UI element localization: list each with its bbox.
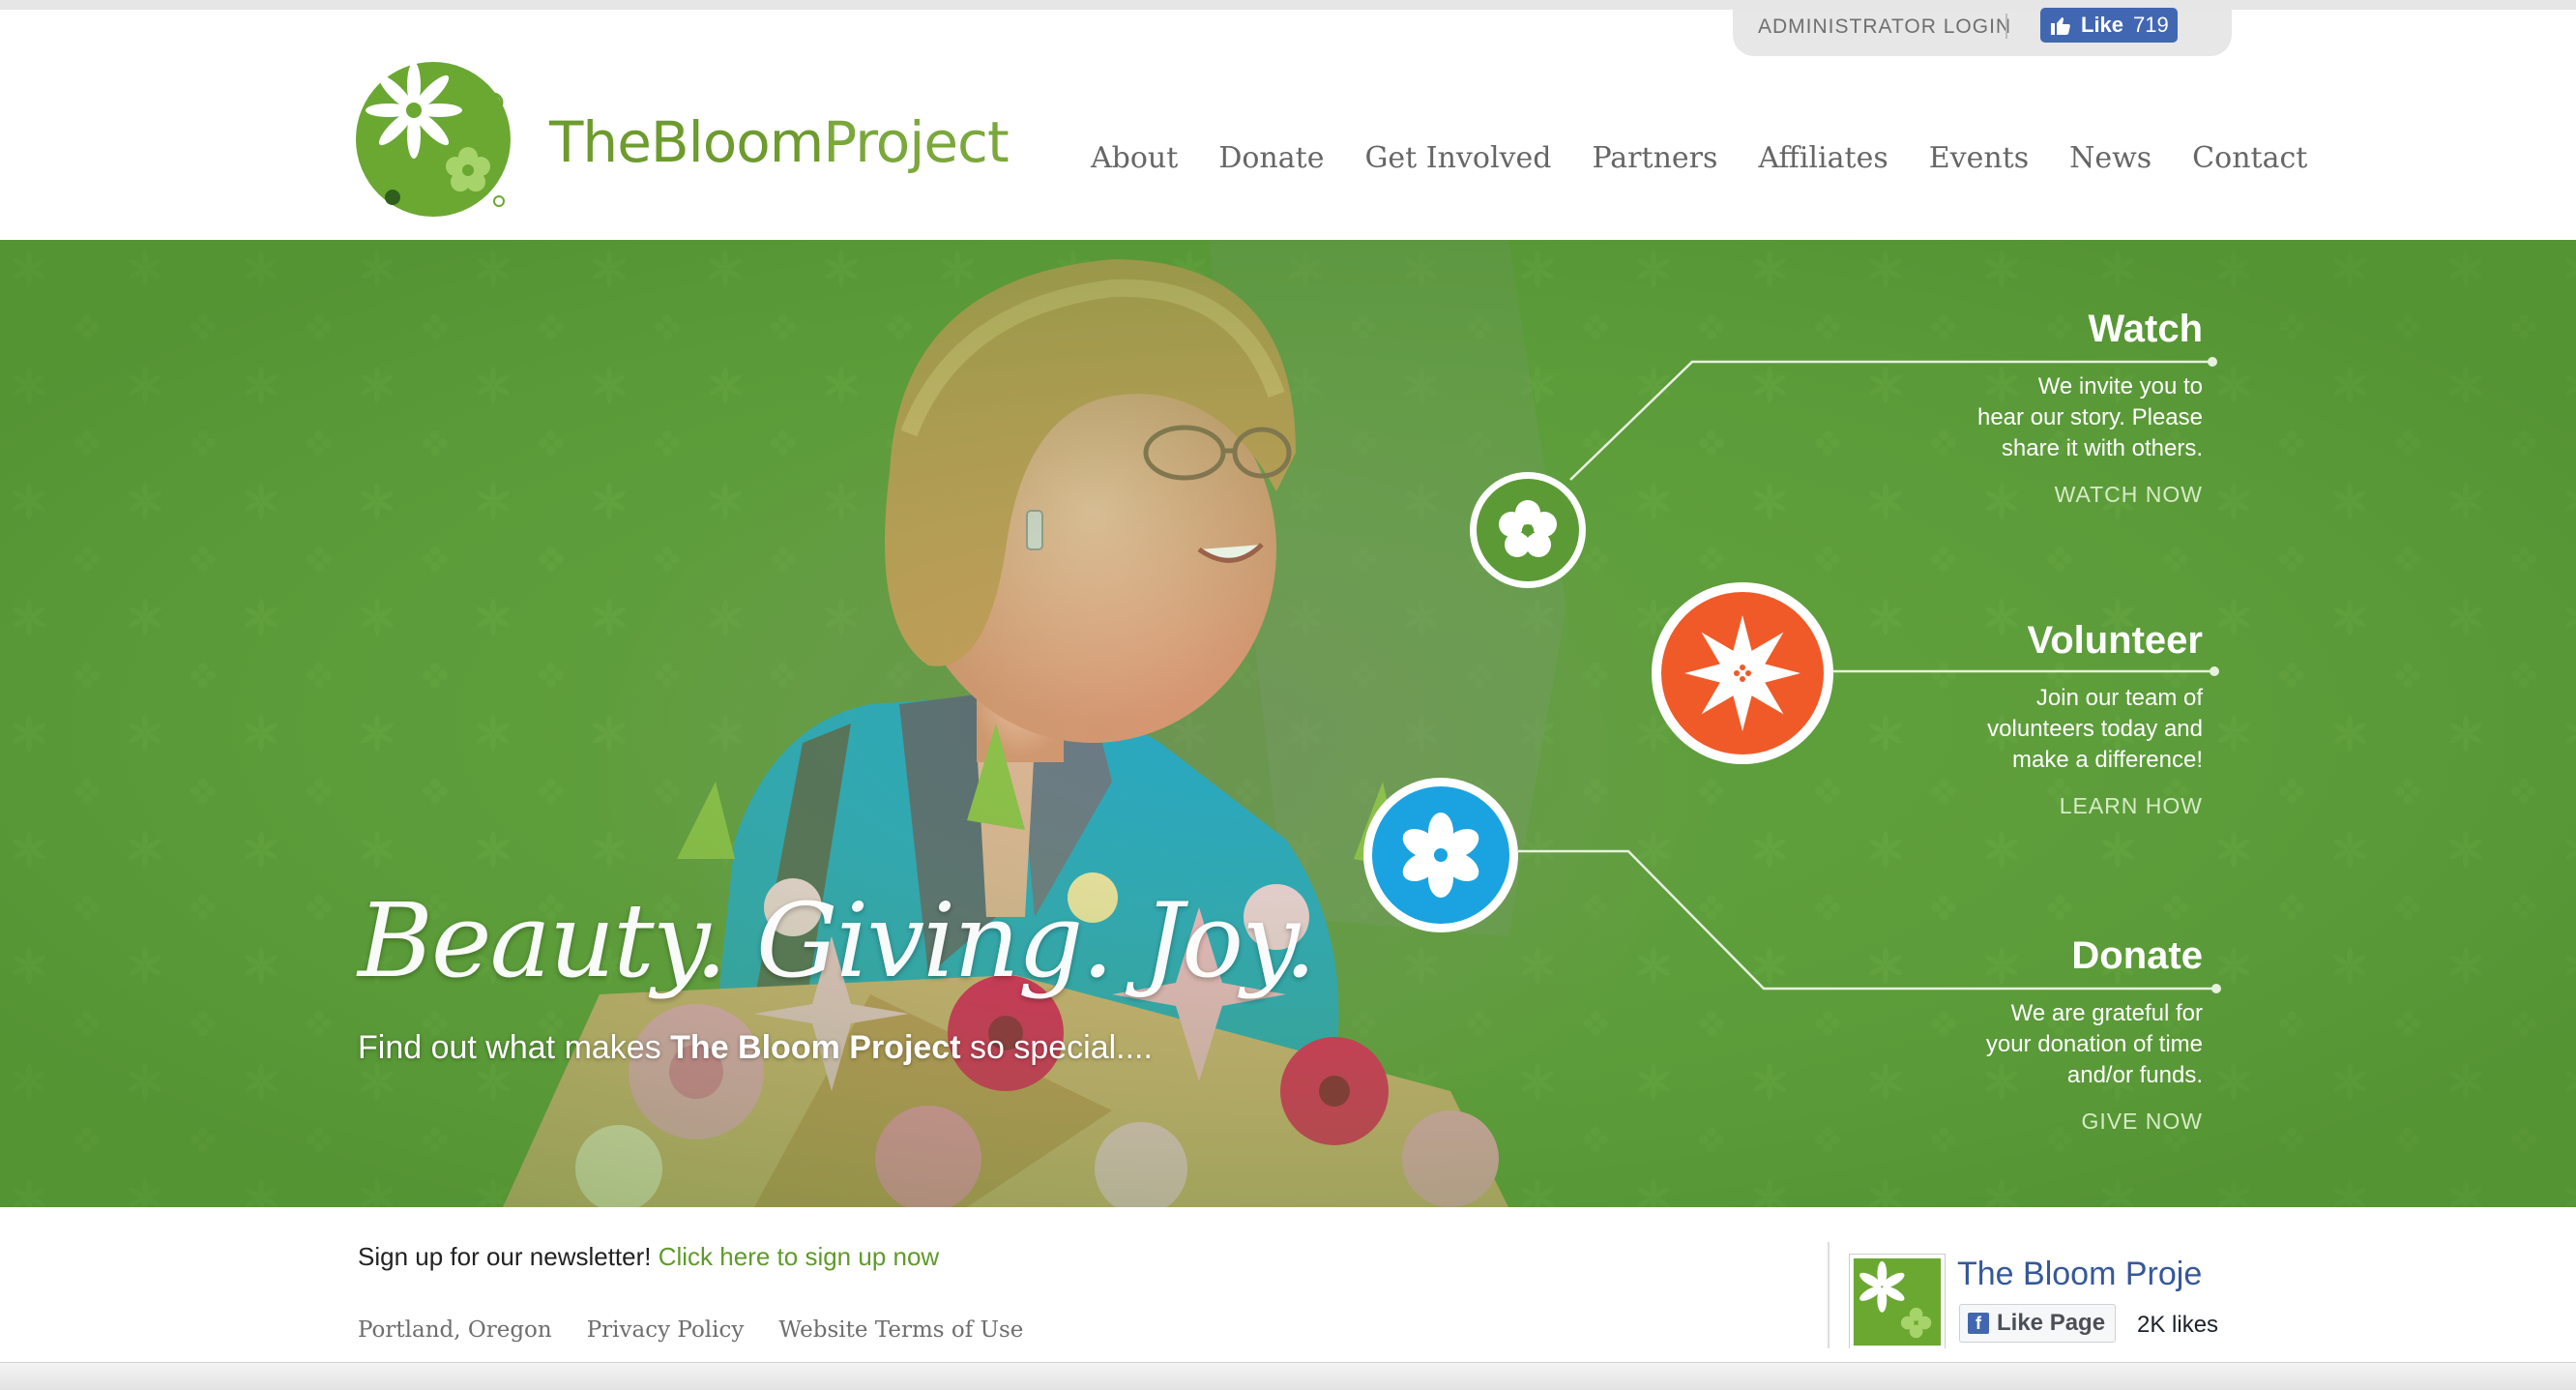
- nav-get-involved[interactable]: Get Involved: [1364, 141, 1551, 175]
- hero-subtagline: Find out what makes The Bloom Project so…: [358, 1029, 1153, 1067]
- donate-line: and/or funds.: [2066, 1062, 2203, 1088]
- thumbs-up-icon: [2051, 17, 2070, 35]
- facebook-icon: f: [1968, 1313, 1989, 1334]
- watch-line: hear our story. Please: [1976, 404, 2203, 430]
- facebook-likes-count: 2K likes: [2137, 1312, 2219, 1338]
- divider: [2005, 14, 2007, 39]
- like-page-label: Like Page: [1997, 1310, 2106, 1336]
- newsletter-signup-link[interactable]: Click here to sign up now: [659, 1242, 939, 1271]
- newsletter-text: Sign up for our newsletter!: [358, 1242, 659, 1271]
- watch-now-link[interactable]: WATCH NOW: [2055, 482, 2203, 508]
- flower-logo-icon: [356, 62, 511, 217]
- main-nav: About Donate Get Involved Partners Affil…: [1091, 141, 2307, 175]
- volunteer-line: make a difference!: [2011, 747, 2203, 773]
- page-thumbnail[interactable]: [1849, 1254, 1946, 1348]
- flower-orange-icon[interactable]: [1650, 580, 1835, 766]
- subtag-suffix: so special....: [960, 1029, 1153, 1066]
- nav-donate[interactable]: Donate: [1218, 141, 1324, 175]
- subtag-bold: The Bloom Project: [670, 1029, 961, 1066]
- footer-privacy-policy[interactable]: Privacy Policy: [587, 1317, 745, 1343]
- brand-wordmark[interactable]: TheBloomProject: [549, 114, 1010, 170]
- give-now-link[interactable]: GIVE NOW: [2081, 1109, 2203, 1135]
- nav-events[interactable]: Events: [1929, 141, 2029, 175]
- watch-text: We invite you to hear our story. Please …: [1913, 371, 2203, 464]
- brand-bloom: Bloom: [650, 109, 824, 175]
- learn-how-link[interactable]: LEARN HOW: [2060, 793, 2203, 819]
- like-count: 719: [2133, 13, 2169, 37]
- nav-affiliates[interactable]: Affiliates: [1758, 141, 1888, 175]
- brand-project: Project: [823, 109, 1009, 175]
- footer-links: Portland, Oregon Privacy Policy Website …: [358, 1317, 1058, 1343]
- watch-title: Watch: [2088, 308, 2203, 350]
- flower-green-icon[interactable]: [1468, 470, 1588, 590]
- administrator-login-link[interactable]: ADMINISTRATOR LOGIN: [1758, 15, 2011, 39]
- bloom-logo[interactable]: [354, 56, 528, 230]
- volunteer-line: volunteers today and: [1987, 716, 2203, 742]
- nav-partners[interactable]: Partners: [1592, 141, 1717, 175]
- nav-about[interactable]: About: [1091, 141, 1178, 175]
- hero-banner: Beauty. Giving. Joy. Find out what makes…: [0, 240, 2576, 1207]
- nav-contact[interactable]: Contact: [2192, 141, 2307, 175]
- footer-location[interactable]: Portland, Oregon: [358, 1317, 552, 1343]
- newsletter-signup: Sign up for our newsletter! Click here t…: [358, 1242, 939, 1272]
- volunteer-title: Volunteer: [2027, 619, 2203, 662]
- donate-title: Donate: [2071, 934, 2203, 977]
- top-strip: [0, 0, 2576, 10]
- footer-terms-of-use[interactable]: Website Terms of Use: [778, 1317, 1023, 1343]
- hero-tagline: Beauty. Giving. Joy.: [358, 881, 1317, 1000]
- watch-line: We invite you to: [2037, 373, 2203, 399]
- flower-blue-icon[interactable]: [1361, 776, 1520, 934]
- facebook-page-widget: The Bloom Proje f Like Page 2K likes: [1828, 1242, 2220, 1348]
- donate-text: We are grateful for your donation of tim…: [1913, 998, 2203, 1091]
- nav-news[interactable]: News: [2069, 141, 2152, 175]
- like-page-button[interactable]: f Like Page: [1959, 1304, 2116, 1343]
- facebook-page-name[interactable]: The Bloom Proje: [1957, 1256, 2202, 1293]
- brand-the: The: [549, 109, 652, 175]
- browser-bottom-bar: [0, 1362, 2576, 1390]
- watch-line: share it with others.: [2001, 435, 2203, 461]
- donate-line: We are grateful for: [2010, 1000, 2203, 1026]
- like-label: Like: [2081, 13, 2124, 37]
- volunteer-text: Join our team of volunteers today and ma…: [1913, 683, 2203, 776]
- volunteer-line: Join our team of: [2035, 685, 2203, 711]
- subtag-prefix: Find out what makes: [358, 1029, 671, 1066]
- facebook-like-button[interactable]: Like 719: [2040, 8, 2178, 43]
- donate-line: your donation of time: [1985, 1031, 2203, 1057]
